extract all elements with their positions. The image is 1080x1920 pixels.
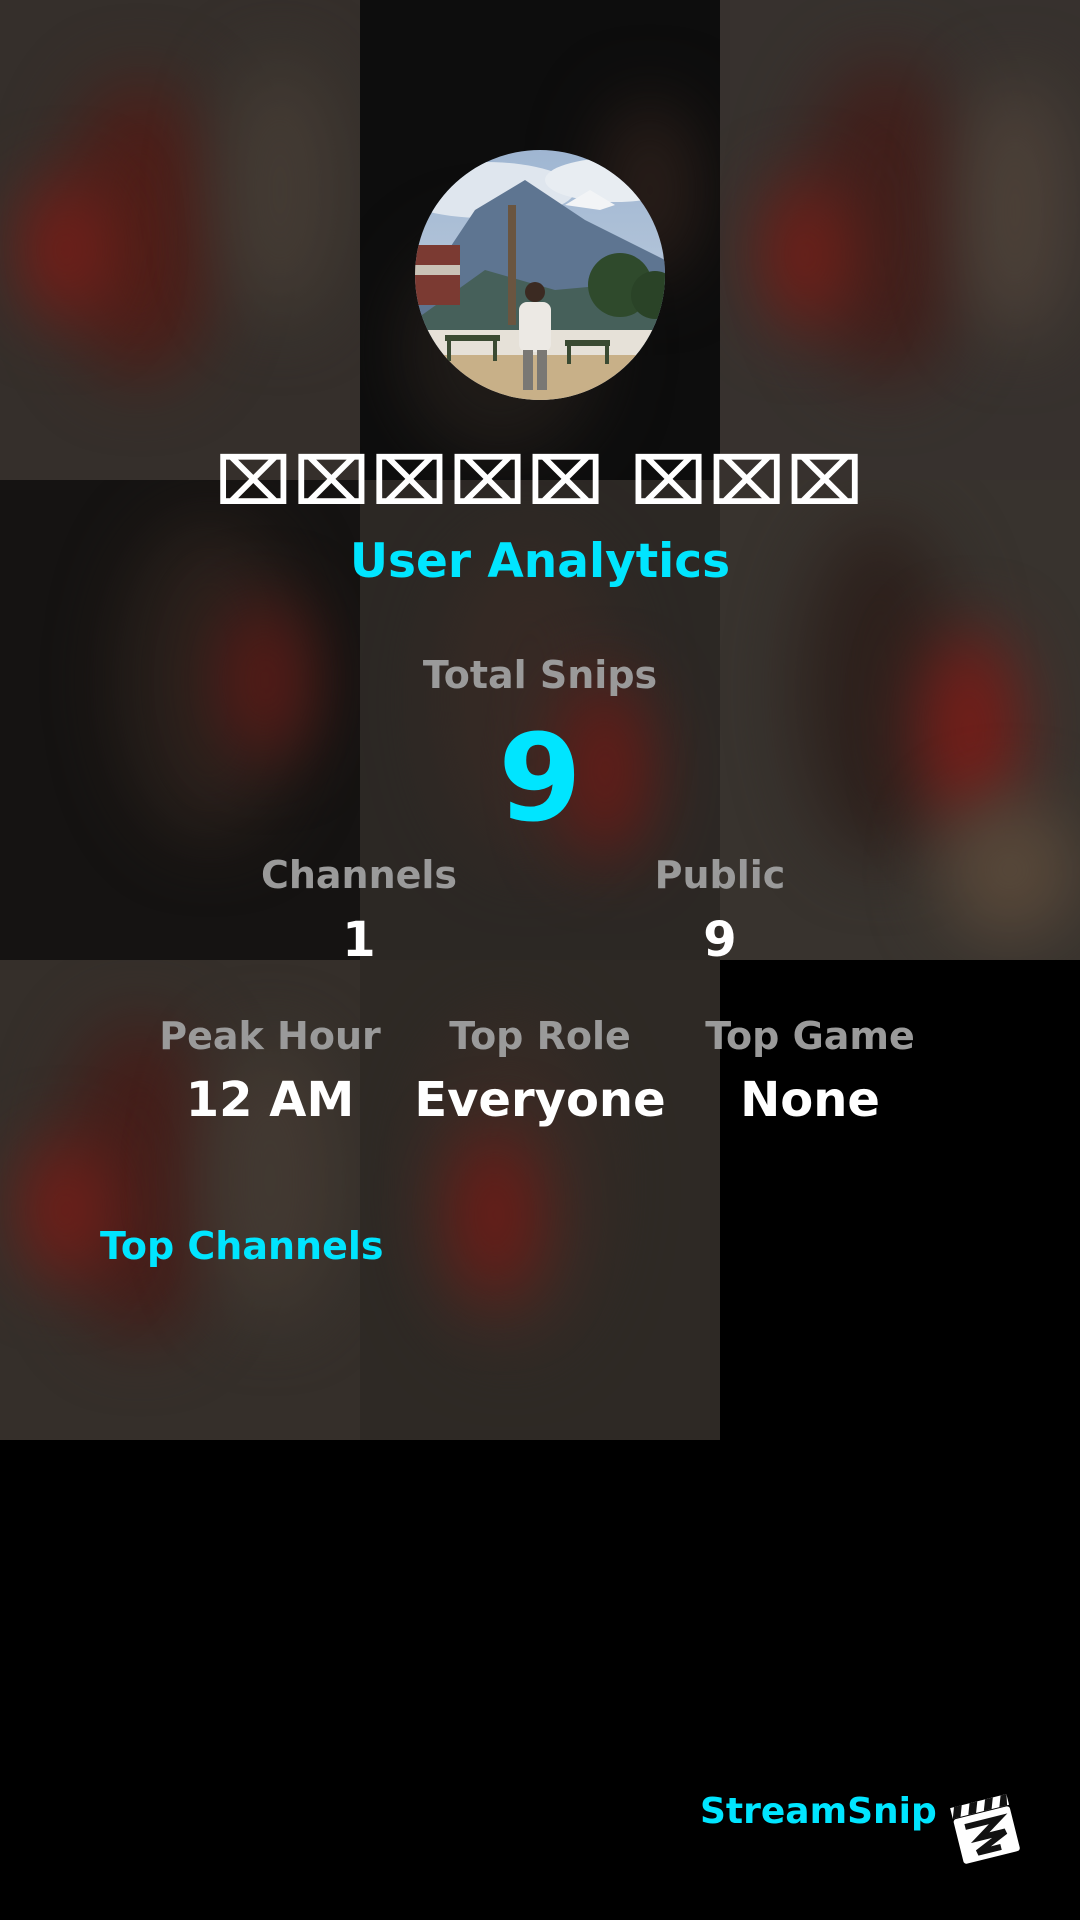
analytics-card: ⌧⌧⌧⌧⌧ ⌧⌧⌧ User Analytics Total Snips 9 C… xyxy=(0,0,1080,1920)
total-snips-value: 9 xyxy=(498,710,582,849)
total-snips-label: Total Snips xyxy=(422,653,658,697)
peak-hour-label: Peak Hour xyxy=(159,1014,381,1058)
top-game-value: None xyxy=(740,1072,880,1128)
top-role-value: Everyone xyxy=(414,1072,666,1128)
page-title: User Analytics xyxy=(349,534,731,589)
top-channels-title: Top Channels xyxy=(100,1224,384,1268)
top-game-label: Top Game xyxy=(705,1014,915,1058)
profile-photo-mountain-icon xyxy=(415,150,665,400)
channels-label: Channels xyxy=(260,853,458,897)
username: ⌧⌧⌧⌧⌧ ⌧⌧⌧ xyxy=(215,443,865,520)
clapperboard-icon xyxy=(948,1790,1024,1866)
top-role-label: Top Role xyxy=(449,1014,631,1058)
public-label: Public xyxy=(654,853,786,897)
avatar xyxy=(415,150,665,400)
peak-hour-value: 12 AM xyxy=(185,1072,355,1128)
brand-name: StreamSnip xyxy=(700,1791,937,1832)
public-value: 9 xyxy=(703,912,737,968)
channels-value: 1 xyxy=(342,912,376,968)
